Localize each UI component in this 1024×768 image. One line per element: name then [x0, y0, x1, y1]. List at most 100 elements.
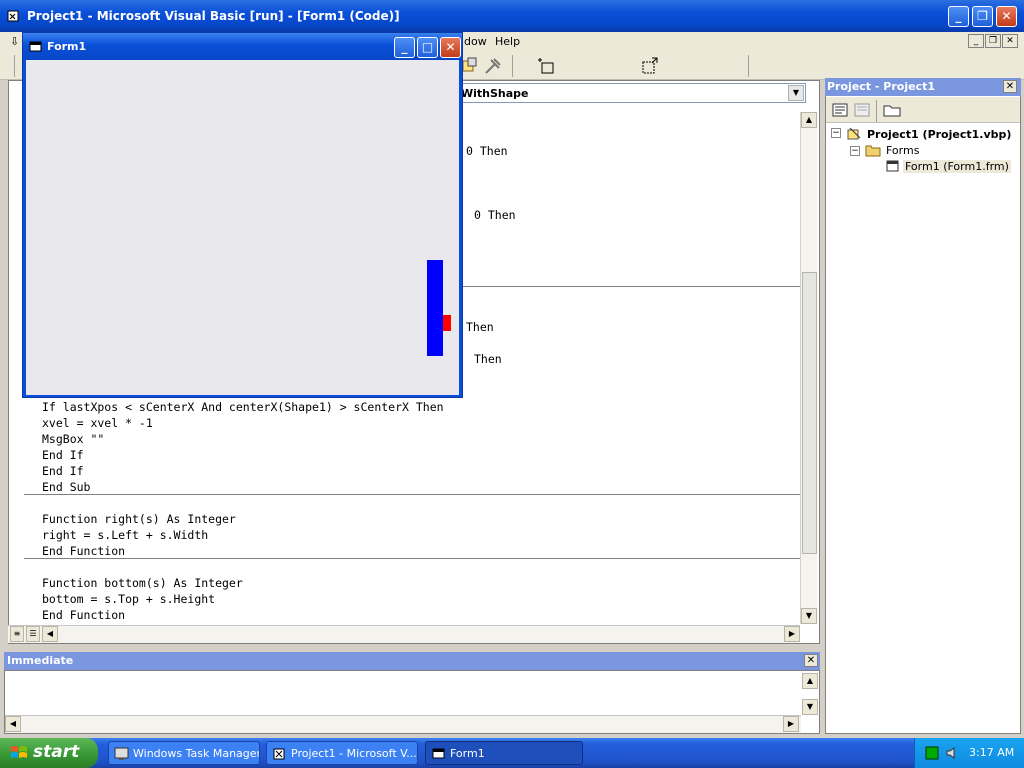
form-icon	[432, 748, 445, 759]
task-project1-vb[interactable]: Project1 - Microsoft V...	[266, 741, 418, 765]
close-icon: ✕	[445, 40, 456, 54]
scroll-right-icon[interactable]: ▶	[784, 626, 800, 642]
mdi-restore-button[interactable]: ❐	[985, 34, 1001, 48]
vb-project-icon	[847, 127, 861, 140]
project-explorer-toolbar	[826, 97, 1020, 123]
project-close-button[interactable]: ✕	[1003, 80, 1017, 93]
code-line: End If	[42, 448, 84, 462]
system-tray: 3:17 AM	[914, 738, 1024, 768]
minimize-icon: _	[973, 36, 979, 46]
procedure-combo-value: WithShape	[461, 87, 529, 100]
procedure-view-icon[interactable]: ≡	[10, 626, 24, 642]
scroll-left-icon[interactable]: ◀	[42, 626, 58, 642]
code-line: MsgBox ""	[42, 432, 105, 446]
code-line-partial: 0 Then	[474, 208, 516, 222]
form1-minimize-button[interactable]: _	[394, 37, 415, 58]
menu-system-icon[interactable]: ⇩	[10, 35, 19, 48]
form-icon	[886, 160, 899, 172]
form1-title-bar[interactable]: Form1 _ □ ✕	[23, 33, 462, 60]
tree-collapse-icon[interactable]: −	[850, 146, 860, 156]
code-line-partial: Then	[466, 320, 494, 334]
minimize-button[interactable]: _	[948, 6, 969, 27]
procedure-separator	[24, 558, 800, 559]
close-icon: ✕	[1005, 81, 1015, 92]
position-tool-icon[interactable]	[536, 56, 556, 76]
code-line: If lastXpos < sCenterX And centerX(Shape…	[42, 400, 444, 414]
form1-maximize-button[interactable]: □	[417, 37, 438, 58]
form1-close-button[interactable]: ✕	[440, 37, 461, 58]
tree-item-project[interactable]: Project1 (Project1.vbp)	[867, 128, 1011, 141]
scroll-up-icon[interactable]: ▲	[802, 673, 818, 689]
task-manager-icon	[114, 747, 129, 760]
size-tool-icon[interactable]	[640, 56, 660, 76]
form-icon	[29, 41, 42, 52]
code-line-partial: Then	[474, 352, 502, 366]
full-module-view-icon[interactable]: ☰	[26, 626, 40, 642]
close-button[interactable]: ✕	[996, 6, 1017, 27]
scroll-down-icon[interactable]: ▼	[802, 699, 818, 715]
menu-help[interactable]: Help	[495, 35, 520, 48]
menu-window[interactable]: dow	[464, 35, 487, 48]
project-explorer-tool-icon[interactable]	[460, 56, 480, 76]
scroll-thumb[interactable]	[802, 272, 817, 554]
view-code-icon[interactable]	[830, 101, 850, 119]
project-explorer-title: Project - Project1	[827, 80, 935, 93]
folder-icon	[865, 145, 881, 157]
task-windows-task-manager[interactable]: Windows Task Manager	[108, 741, 260, 765]
tree-item-form1[interactable]: Form1 (Form1.frm)	[903, 160, 1011, 173]
immediate-title: Immediate	[7, 654, 74, 667]
code-line: bottom = s.Top + s.Height	[42, 592, 216, 606]
minimize-icon: _	[955, 9, 962, 23]
task-form1[interactable]: Form1	[425, 741, 583, 765]
minimize-icon: _	[401, 40, 408, 54]
form1-title: Form1	[47, 40, 87, 53]
scroll-left-icon[interactable]: ◀	[5, 716, 21, 732]
start-button[interactable]: start	[0, 738, 98, 768]
mdi-minimize-button[interactable]: _	[968, 34, 984, 48]
view-object-icon[interactable]	[852, 101, 872, 119]
scroll-down-icon[interactable]: ▼	[801, 608, 817, 624]
maximize-icon: □	[421, 40, 434, 54]
vb-app-icon	[273, 748, 285, 760]
form1-client-area[interactable]	[26, 60, 459, 395]
form1-window[interactable]: Form1 _ □ ✕	[22, 32, 463, 398]
procedure-separator	[24, 494, 800, 495]
toggle-folders-icon[interactable]	[882, 101, 902, 119]
task-manager-tray-icon[interactable]	[925, 746, 939, 760]
code-line: xvel = xvel * -1	[42, 416, 153, 430]
project-explorer-title-bar[interactable]: Project - Project1 ✕	[825, 78, 1021, 96]
code-line: End Function	[42, 608, 126, 622]
code-line: Function right(s) As Integer	[42, 512, 236, 526]
restore-icon: ❐	[977, 9, 988, 23]
immediate-title-bar[interactable]: Immediate ✕	[4, 652, 820, 670]
project-explorer	[825, 78, 1021, 734]
start-label: start	[33, 742, 80, 762]
clock[interactable]: 3:17 AM	[969, 746, 1014, 759]
code-line: End If	[42, 464, 84, 478]
paddle-shape	[427, 260, 443, 356]
code-line: End Function	[42, 544, 126, 558]
code-horizontal-scrollbar[interactable]: ≡ ☰ ◀ ▶	[8, 625, 800, 643]
close-icon: ✕	[1006, 36, 1014, 46]
code-line: Function bottom(s) As Integer	[42, 576, 243, 590]
tree-collapse-icon[interactable]: −	[831, 128, 841, 138]
tree-item-forms[interactable]: Forms	[886, 144, 919, 157]
scroll-right-icon[interactable]: ▶	[783, 716, 799, 732]
mdi-close-button[interactable]: ✕	[1002, 34, 1018, 48]
main-title-bar[interactable]: Project1 - Microsoft Visual Basic [run] …	[0, 0, 1024, 32]
immediate-horizontal-scrollbar[interactable]: ◀ ▶	[5, 715, 801, 733]
code-vertical-scrollbar[interactable]: ▲ ▼	[800, 112, 817, 624]
main-window-title: Project1 - Microsoft Visual Basic [run] …	[27, 9, 400, 23]
immediate-window[interactable]: ▲ ▼ ◀ ▶	[4, 670, 820, 734]
procedure-combo[interactable]: WithShape ▼	[456, 83, 806, 103]
code-line: End Sub	[42, 480, 91, 494]
speaker-icon[interactable]	[945, 746, 959, 760]
scroll-up-icon[interactable]: ▲	[801, 112, 817, 128]
toolbox-tool-icon[interactable]	[483, 56, 503, 76]
maximize-button[interactable]: ❐	[972, 6, 993, 27]
close-icon: ✕	[806, 655, 816, 666]
toolbar-separator	[876, 100, 877, 122]
chevron-down-icon[interactable]: ▼	[788, 85, 804, 101]
code-line-partial: 0 Then	[466, 144, 508, 158]
immediate-close-button[interactable]: ✕	[804, 654, 818, 667]
